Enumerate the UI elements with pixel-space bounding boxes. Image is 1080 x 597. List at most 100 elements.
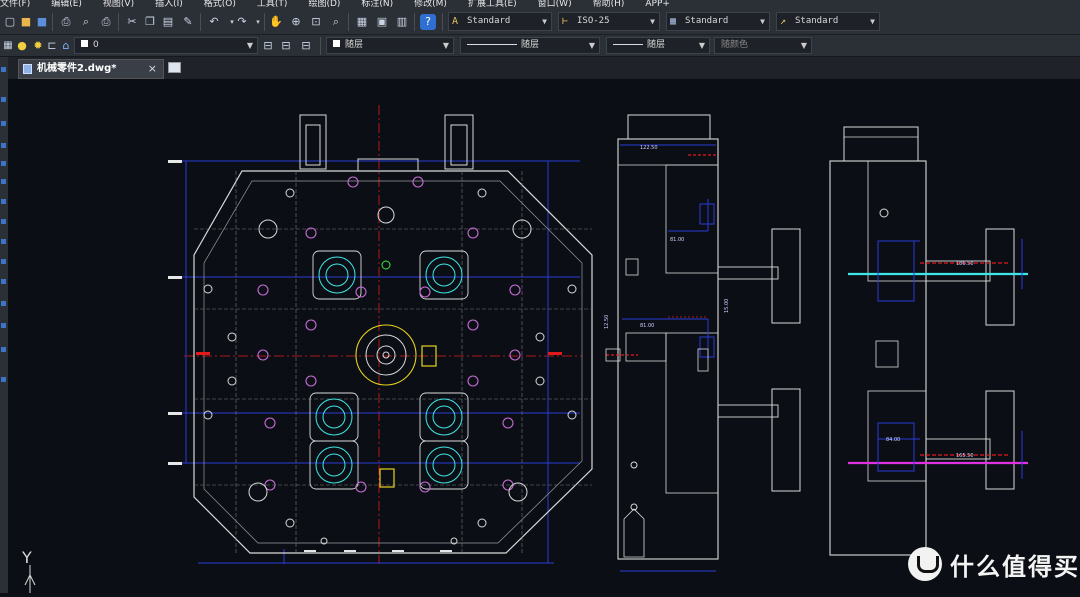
properties-icon[interactable]: ▦ bbox=[354, 14, 370, 30]
dock-marker-icon bbox=[1, 121, 6, 126]
menu-file[interactable]: 文件(F) bbox=[0, 0, 30, 9]
layer-previous-icon[interactable]: ⊟ bbox=[278, 38, 294, 54]
dock-marker-icon bbox=[1, 323, 6, 328]
menu-help[interactable]: 帮助(H) bbox=[593, 0, 625, 9]
make-layer-current-icon[interactable]: ⊟ bbox=[260, 38, 276, 54]
pan-icon[interactable]: ✋ bbox=[268, 14, 284, 30]
mleader-style-select[interactable]: ↗ Standard ▼ bbox=[776, 12, 880, 31]
lineweight-preview bbox=[613, 44, 643, 45]
open-folder-icon[interactable]: ■ bbox=[18, 14, 34, 30]
text-style-icon: A bbox=[452, 16, 459, 27]
menu-insert[interactable]: 插入(I) bbox=[155, 0, 183, 9]
dock-marker-icon bbox=[1, 239, 6, 244]
dock-marker-icon bbox=[1, 143, 6, 148]
new-file-icon[interactable]: ▢ bbox=[2, 14, 18, 30]
tab-drawing[interactable]: 机械零件2.dwg* × bbox=[18, 59, 164, 79]
tool-palette-icon[interactable]: ▥ bbox=[394, 14, 410, 30]
watermark-logo-icon bbox=[908, 547, 942, 581]
dim-text: 81.00 bbox=[640, 323, 654, 329]
text-style-select[interactable]: A Standard ▼ bbox=[448, 12, 552, 31]
print-preview-icon[interactable]: ⌕ bbox=[78, 14, 94, 30]
menu-extension[interactable]: 扩展工具(E) bbox=[468, 0, 517, 9]
ucs-y-label: Y bbox=[21, 548, 32, 567]
match-properties-icon[interactable]: ✎ bbox=[180, 14, 196, 30]
dim-style-select[interactable]: ⊢ ISO-25 ▼ bbox=[558, 12, 660, 31]
side-view-b bbox=[829, 126, 1028, 556]
chevron-down-icon: ▼ bbox=[442, 41, 449, 50]
lineweight-select[interactable]: 随层 ▼ bbox=[606, 37, 710, 54]
menu-tools[interactable]: 工具(T) bbox=[257, 0, 288, 9]
close-icon[interactable]: × bbox=[148, 60, 157, 78]
menu-edit[interactable]: 编辑(E) bbox=[51, 0, 82, 9]
dock-marker-icon bbox=[1, 259, 6, 264]
chevron-down-icon: ▼ bbox=[760, 17, 765, 26]
undo-icon[interactable]: ↶ bbox=[206, 14, 222, 30]
linetype-select[interactable]: 随层 ▼ bbox=[460, 37, 600, 54]
redo-icon[interactable]: ↷ bbox=[234, 14, 250, 30]
print-icon[interactable]: ⎙ bbox=[58, 14, 74, 30]
mleader-style-icon: ↗ bbox=[780, 16, 787, 27]
watermark-text: 什么值得买 bbox=[950, 552, 1080, 581]
menu-app[interactable]: APP+ bbox=[645, 0, 670, 9]
design-center-icon[interactable]: ▣ bbox=[374, 14, 390, 30]
menu-bar: 文件(F) 编辑(E) 视图(V) 插入(I) 格式(O) 工具(T) 绘图(D) 标注(N)… bbox=[0, 0, 1080, 9]
dim-text: 12.50 bbox=[604, 315, 610, 329]
standard-toolbar: ▢ ■ ■ ⎙ ⌕ ⎙ ✂ ❐ ▤ ✎ ↶ ▾ ↷ ▾ ✋ ⊕ ⊡ ⌕ ▦ ▣ … bbox=[0, 9, 1080, 35]
dock-marker-icon bbox=[1, 301, 6, 306]
menu-draw[interactable]: 绘图(D) bbox=[308, 0, 340, 9]
dim-text: 122.50 bbox=[640, 145, 658, 151]
cut-icon[interactable]: ✂ bbox=[124, 14, 140, 30]
dock-marker-icon bbox=[1, 347, 6, 352]
zoom-previous-icon[interactable]: ⌕ bbox=[328, 14, 344, 30]
chevron-down-icon: ▼ bbox=[542, 17, 547, 26]
side-view-a bbox=[605, 114, 801, 572]
document-tab-bar: 机械零件2.dwg* × bbox=[0, 57, 1080, 79]
dock-marker-icon bbox=[1, 161, 6, 166]
color-select[interactable]: 随层 ▼ bbox=[326, 37, 454, 54]
dim-style-icon: ⊢ bbox=[562, 16, 569, 27]
copy-icon[interactable]: ❐ bbox=[142, 14, 158, 30]
save-icon[interactable]: ■ bbox=[34, 14, 50, 30]
menu-view[interactable]: 视图(V) bbox=[103, 0, 134, 9]
dim-text: 15.00 bbox=[724, 299, 730, 313]
layer-state-icon[interactable]: ⊟ bbox=[298, 38, 314, 54]
left-dock-strip bbox=[0, 57, 8, 593]
zoom-window-icon[interactable]: ⊡ bbox=[308, 14, 324, 30]
dock-marker-icon bbox=[1, 179, 6, 184]
layer-on-bulb-icon[interactable]: ● bbox=[14, 38, 30, 54]
dock-marker-icon bbox=[1, 97, 6, 102]
chevron-down-icon: ▼ bbox=[588, 41, 595, 50]
paste-icon[interactable]: ▤ bbox=[160, 14, 176, 30]
menu-format[interactable]: 格式(O) bbox=[204, 0, 236, 9]
color-swatch bbox=[333, 40, 340, 47]
menu-dimension[interactable]: 标注(N) bbox=[361, 0, 393, 9]
layer-select[interactable]: 0 ▼ bbox=[74, 37, 258, 54]
dwg-file-icon bbox=[23, 64, 32, 74]
dock-marker-icon bbox=[1, 377, 6, 382]
menu-window[interactable]: 窗口(W) bbox=[538, 0, 572, 9]
drawing-canvas[interactable]: 122.50 81.00 81.00 15.00 12.50 186.50 16… bbox=[8, 79, 1080, 593]
dock-marker-icon bbox=[1, 279, 6, 284]
chevron-down-icon: ▼ bbox=[650, 17, 655, 26]
plot-icon[interactable]: ⎙ bbox=[98, 14, 114, 30]
dim-text: 186.50 bbox=[956, 261, 974, 267]
dock-marker-icon bbox=[1, 219, 6, 224]
menu-modify[interactable]: 修改(M) bbox=[414, 0, 447, 9]
new-tab-icon[interactable] bbox=[168, 62, 181, 73]
layers-toolbar: ▦ ● ✹ ⊏ ⌂ 0 ▼ ⊟ ⊟ ⊟ 随层 ▼ 随层 ▼ 随层 ▼ 随颜色 ▼ bbox=[0, 35, 1080, 57]
layer-lock-icon[interactable]: ⌂ bbox=[58, 38, 74, 54]
zoom-realtime-icon[interactable]: ⊕ bbox=[288, 14, 304, 30]
plot-style-select[interactable]: 随颜色 ▼ bbox=[714, 37, 812, 54]
layer-color-swatch bbox=[81, 40, 88, 47]
chevron-down-icon: ▼ bbox=[800, 41, 807, 50]
dim-text: 84.00 bbox=[886, 437, 900, 443]
dim-text: 165.50 bbox=[956, 453, 974, 459]
ucs-icon bbox=[24, 565, 36, 593]
help-icon[interactable]: ? bbox=[420, 14, 436, 30]
front-view bbox=[168, 105, 593, 564]
dock-marker-icon bbox=[1, 67, 6, 72]
dim-text: 81.00 bbox=[670, 237, 684, 243]
dock-marker-icon bbox=[1, 199, 6, 204]
table-style-select[interactable]: ▦ Standard ▼ bbox=[666, 12, 770, 31]
chevron-down-icon: ▼ bbox=[698, 41, 705, 50]
